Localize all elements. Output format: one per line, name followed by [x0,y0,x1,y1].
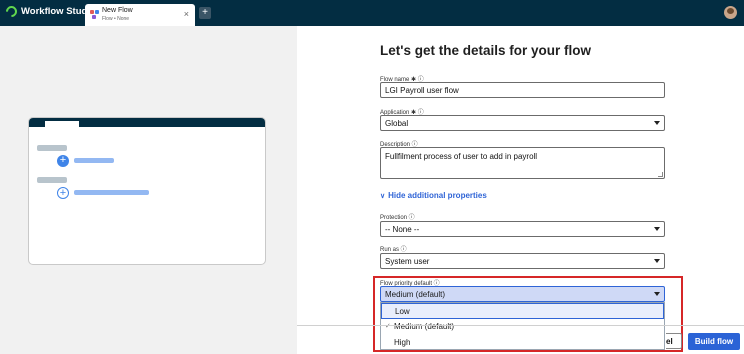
option-high[interactable]: High [381,335,664,351]
toggle-label: Hide additional properties [388,191,487,200]
build-flow-button[interactable]: Build flow [688,333,740,350]
priority-dropdown: Low ✓ Medium (default) High [380,302,665,350]
close-tab-icon[interactable]: × [184,9,189,19]
placeholder-trigger-bar [37,145,67,151]
preview-header [29,118,265,127]
top-bar: Workflow Studio New Flow Flow • None × + [0,0,744,26]
tab-new-flow[interactable]: New Flow Flow • None × [85,4,195,26]
avatar[interactable] [724,6,737,19]
flow-icon [90,10,99,19]
option-medium[interactable]: ✓ Medium (default) [381,319,664,335]
checkmark-icon: ✓ [385,323,391,330]
footer-divider [297,325,744,326]
placeholder-action-bar [37,177,67,183]
resize-handle-icon[interactable] [658,172,663,177]
cancel-button[interactable]: el [666,333,682,349]
preview-tab [45,121,79,127]
option-low[interactable]: Low [381,303,664,319]
description-value: Fullfilment process of user to add in pa… [385,152,538,161]
workflow-studio-logo-icon [3,3,20,20]
caret-down-icon [654,121,660,125]
protection-select[interactable]: -- None -- [380,221,665,237]
add-tab-button[interactable]: + [199,7,211,19]
plus-icon: + [57,155,69,167]
caret-down-icon [654,259,660,263]
option-label: Medium (default) [394,322,455,331]
option-label: High [394,338,411,347]
option-label: Low [395,307,410,316]
caret-down-icon [654,292,660,296]
plus-outline-icon: + [57,187,69,199]
priority-select[interactable]: Medium (default) [380,286,665,302]
flow-name-value: LGI Payroll user flow [385,86,459,95]
application-select[interactable]: Global [380,115,665,131]
caret-down-icon [654,227,660,231]
placeholder-trigger-text [74,158,114,163]
toggle-additional-properties[interactable]: ∨ Hide additional properties [380,191,487,200]
chevron-down-icon: ∨ [380,192,386,200]
brand[interactable]: Workflow Studio [3,3,96,20]
page-title: Let's get the details for your flow [380,43,591,58]
run-as-value: System user [385,257,430,266]
flow-preview-illustration: + + [28,117,266,265]
description-textarea[interactable]: Fullfilment process of user to add in pa… [380,147,665,179]
run-as-label: Run as ⓘ [380,247,407,253]
priority-value: Medium (default) [385,290,446,299]
placeholder-action-text [74,190,149,195]
protection-value: -- None -- [385,225,420,234]
flow-name-input[interactable]: LGI Payroll user flow [380,82,665,98]
application-value: Global [385,119,409,128]
protection-label: Protection ⓘ [380,215,415,221]
tab-subtitle: Flow • None [102,16,130,22]
tab-title: New Flow [102,7,133,14]
run-as-select[interactable]: System user [380,253,665,269]
